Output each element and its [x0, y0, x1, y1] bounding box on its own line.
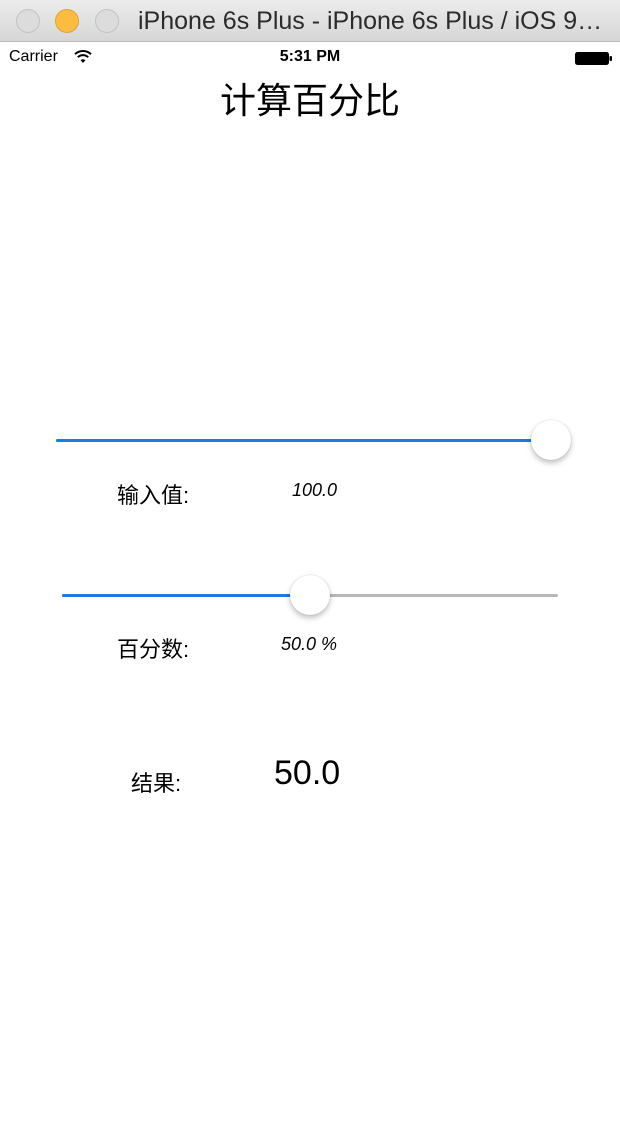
percentage-slider[interactable]: [62, 575, 558, 615]
slider-thumb[interactable]: [531, 420, 571, 460]
status-time: 5:31 PM: [279, 48, 341, 65]
battery-icon: [575, 52, 612, 65]
minimize-window-button[interactable]: [55, 9, 79, 33]
input-value-readout: 100.0: [292, 480, 338, 500]
slider-fill: [56, 439, 551, 442]
simulator-window: iPhone 6s Plus - iPhone 6s Plus / iOS 9.…: [0, 0, 620, 1148]
ios-status-bar: Carrier 5:31 PM: [0, 43, 620, 71]
slider-fill: [62, 594, 310, 597]
slider-thumb[interactable]: [290, 575, 330, 615]
page-title: 计算百分比: [219, 80, 400, 121]
percentage-label: 百分数:: [117, 637, 190, 662]
percentage-readout: 50.0 %: [281, 634, 338, 654]
input-value-slider[interactable]: [56, 420, 571, 460]
zoom-window-button[interactable]: [95, 9, 119, 33]
window-title: iPhone 6s Plus - iPhone 6s Plus / iOS 9.…: [138, 7, 608, 35]
input-value-label: 输入值:: [117, 483, 190, 508]
window-title-bar: iPhone 6s Plus - iPhone 6s Plus / iOS 9.…: [0, 0, 620, 42]
result-readout: 50.0: [274, 754, 341, 792]
close-window-button[interactable]: [16, 9, 40, 33]
result-label: 结果:: [131, 771, 182, 796]
